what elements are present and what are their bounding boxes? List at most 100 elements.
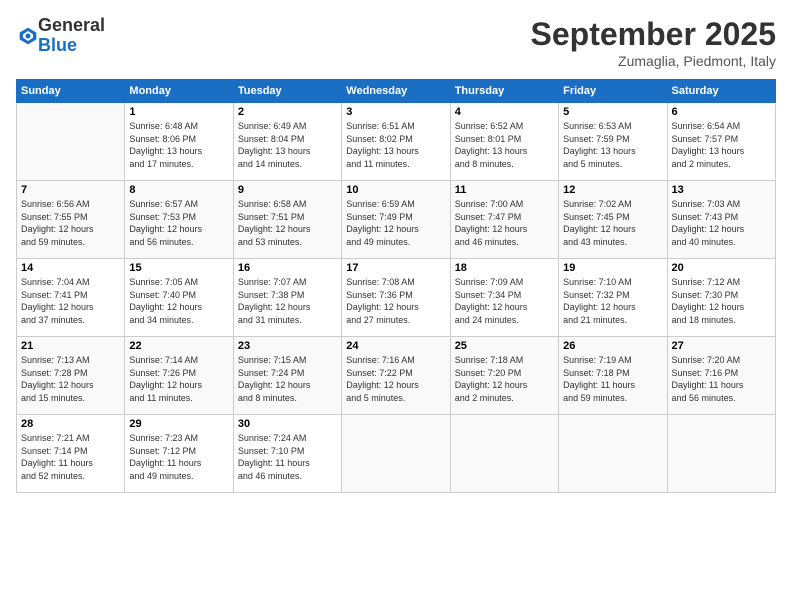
header-monday: Monday	[125, 80, 233, 103]
day-cell: 8 Sunrise: 6:57 AM Sunset: 7:53 PM Daylig…	[125, 181, 233, 259]
week-row-3: 21Sunrise: 7:13 AM Sunset: 7:28 PM Dayli…	[17, 337, 776, 415]
day-cell: 13Sunrise: 7:03 AM Sunset: 7:43 PM Dayli…	[667, 181, 775, 259]
header-saturday: Saturday	[667, 80, 775, 103]
day-cell	[17, 103, 125, 181]
subtitle: Zumaglia, Piedmont, Italy	[531, 53, 776, 69]
day-info: Sunrise: 6:49 AM Sunset: 8:04 PM Dayligh…	[238, 120, 337, 170]
day-number: 24	[346, 340, 445, 352]
calendar-header: Sunday Monday Tuesday Wednesday Thursday…	[17, 80, 776, 103]
day-cell	[342, 415, 450, 493]
header-friday: Friday	[559, 80, 667, 103]
header-sunday: Sunday	[17, 80, 125, 103]
day-cell: 15Sunrise: 7:05 AM Sunset: 7:40 PM Dayli…	[125, 259, 233, 337]
logo-general: General	[38, 16, 105, 36]
day-number: 25	[455, 340, 554, 352]
day-number: 12	[563, 184, 662, 196]
day-cell: 21Sunrise: 7:13 AM Sunset: 7:28 PM Dayli…	[17, 337, 125, 415]
logo-blue: Blue	[38, 36, 105, 56]
header-wednesday: Wednesday	[342, 80, 450, 103]
day-cell	[559, 415, 667, 493]
day-number: 18	[455, 262, 554, 274]
day-info: Sunrise: 7:03 AM Sunset: 7:43 PM Dayligh…	[672, 198, 771, 248]
day-info: Sunrise: 6:59 AM Sunset: 7:49 PM Dayligh…	[346, 198, 445, 248]
day-number: 19	[563, 262, 662, 274]
day-number: 3	[346, 106, 445, 118]
header-tuesday: Tuesday	[233, 80, 341, 103]
day-info: Sunrise: 7:05 AM Sunset: 7:40 PM Dayligh…	[129, 276, 228, 326]
day-info: Sunrise: 7:12 AM Sunset: 7:30 PM Dayligh…	[672, 276, 771, 326]
day-info: Sunrise: 6:52 AM Sunset: 8:01 PM Dayligh…	[455, 120, 554, 170]
day-number: 9	[238, 184, 337, 196]
day-cell: 22 Sunrise: 7:14 AM Sunset: 7:26 PM Dayli…	[125, 337, 233, 415]
day-cell: 16 Sunrise: 7:07 AM Sunset: 7:38 PM Dayli…	[233, 259, 341, 337]
day-number: 26	[563, 340, 662, 352]
week-row-4: 28Sunrise: 7:21 AM Sunset: 7:14 PM Dayli…	[17, 415, 776, 493]
day-cell: 5Sunrise: 6:53 AM Sunset: 7:59 PM Daylig…	[559, 103, 667, 181]
day-cell: 17Sunrise: 7:08 AM Sunset: 7:36 PM Dayli…	[342, 259, 450, 337]
day-cell: 14 Sunrise: 7:04 AM Sunset: 7:41 PM Dayli…	[17, 259, 125, 337]
week-row-1: 7 Sunrise: 6:56 AM Sunset: 7:55 PM Daylig…	[17, 181, 776, 259]
day-cell: 10 Sunrise: 6:59 AM Sunset: 7:49 PM Dayli…	[342, 181, 450, 259]
day-info: Sunrise: 7:13 AM Sunset: 7:28 PM Dayligh…	[21, 354, 120, 404]
day-info: Sunrise: 7:02 AM Sunset: 7:45 PM Dayligh…	[563, 198, 662, 248]
day-cell: 3Sunrise: 6:51 AM Sunset: 8:02 PM Daylig…	[342, 103, 450, 181]
day-info: Sunrise: 6:56 AM Sunset: 7:55 PM Dayligh…	[21, 198, 120, 248]
day-cell: 12 Sunrise: 7:02 AM Sunset: 7:45 PM Dayli…	[559, 181, 667, 259]
day-number: 20	[672, 262, 771, 274]
day-number: 23	[238, 340, 337, 352]
day-info: Sunrise: 7:14 AM Sunset: 7:26 PM Dayligh…	[129, 354, 228, 404]
week-row-0: 1Sunrise: 6:48 AM Sunset: 8:06 PM Daylig…	[17, 103, 776, 181]
day-cell: 11 Sunrise: 7:00 AM Sunset: 7:47 PM Dayli…	[450, 181, 558, 259]
day-info: Sunrise: 7:09 AM Sunset: 7:34 PM Dayligh…	[455, 276, 554, 326]
day-info: Sunrise: 7:00 AM Sunset: 7:47 PM Dayligh…	[455, 198, 554, 248]
day-info: Sunrise: 7:07 AM Sunset: 7:38 PM Dayligh…	[238, 276, 337, 326]
day-cell: 30 Sunrise: 7:24 AM Sunset: 7:10 PM Dayli…	[233, 415, 341, 493]
day-info: Sunrise: 7:19 AM Sunset: 7:18 PM Dayligh…	[563, 354, 662, 404]
page: General Blue September 2025 Zumaglia, Pi…	[0, 0, 792, 612]
day-info: Sunrise: 7:16 AM Sunset: 7:22 PM Dayligh…	[346, 354, 445, 404]
day-cell: 18 Sunrise: 7:09 AM Sunset: 7:34 PM Dayli…	[450, 259, 558, 337]
day-number: 4	[455, 106, 554, 118]
day-number: 28	[21, 418, 120, 430]
day-info: Sunrise: 6:54 AM Sunset: 7:57 PM Dayligh…	[672, 120, 771, 170]
day-number: 8	[129, 184, 228, 196]
day-number: 17	[346, 262, 445, 274]
day-cell: 29 Sunrise: 7:23 AM Sunset: 7:12 PM Dayli…	[125, 415, 233, 493]
day-info: Sunrise: 7:15 AM Sunset: 7:24 PM Dayligh…	[238, 354, 337, 404]
day-cell	[450, 415, 558, 493]
day-cell: 23 Sunrise: 7:15 AM Sunset: 7:24 PM Dayli…	[233, 337, 341, 415]
day-cell: 27Sunrise: 7:20 AM Sunset: 7:16 PM Dayli…	[667, 337, 775, 415]
title-block: September 2025 Zumaglia, Piedmont, Italy	[531, 16, 776, 69]
day-info: Sunrise: 7:23 AM Sunset: 7:12 PM Dayligh…	[129, 432, 228, 482]
day-info: Sunrise: 7:20 AM Sunset: 7:16 PM Dayligh…	[672, 354, 771, 404]
day-number: 10	[346, 184, 445, 196]
day-info: Sunrise: 7:18 AM Sunset: 7:20 PM Dayligh…	[455, 354, 554, 404]
day-info: Sunrise: 7:10 AM Sunset: 7:32 PM Dayligh…	[563, 276, 662, 326]
day-cell: 20 Sunrise: 7:12 AM Sunset: 7:30 PM Dayli…	[667, 259, 775, 337]
day-cell: 28Sunrise: 7:21 AM Sunset: 7:14 PM Dayli…	[17, 415, 125, 493]
day-cell: 4 Sunrise: 6:52 AM Sunset: 8:01 PM Daylig…	[450, 103, 558, 181]
day-number: 6	[672, 106, 771, 118]
day-number: 30	[238, 418, 337, 430]
day-cell: 7 Sunrise: 6:56 AM Sunset: 7:55 PM Daylig…	[17, 181, 125, 259]
day-number: 29	[129, 418, 228, 430]
calendar-body: 1Sunrise: 6:48 AM Sunset: 8:06 PM Daylig…	[17, 103, 776, 493]
logo: General Blue	[16, 16, 105, 56]
day-info: Sunrise: 6:57 AM Sunset: 7:53 PM Dayligh…	[129, 198, 228, 248]
day-number: 5	[563, 106, 662, 118]
day-number: 16	[238, 262, 337, 274]
day-number: 11	[455, 184, 554, 196]
day-cell: 24 Sunrise: 7:16 AM Sunset: 7:22 PM Dayli…	[342, 337, 450, 415]
day-info: Sunrise: 7:04 AM Sunset: 7:41 PM Dayligh…	[21, 276, 120, 326]
day-cell: 25 Sunrise: 7:18 AM Sunset: 7:20 PM Dayli…	[450, 337, 558, 415]
day-info: Sunrise: 7:24 AM Sunset: 7:10 PM Dayligh…	[238, 432, 337, 482]
day-info: Sunrise: 6:58 AM Sunset: 7:51 PM Dayligh…	[238, 198, 337, 248]
day-number: 14	[21, 262, 120, 274]
day-number: 1	[129, 106, 228, 118]
day-cell	[667, 415, 775, 493]
day-number: 22	[129, 340, 228, 352]
day-cell: 19 Sunrise: 7:10 AM Sunset: 7:32 PM Dayli…	[559, 259, 667, 337]
header-thursday: Thursday	[450, 80, 558, 103]
day-number: 7	[21, 184, 120, 196]
logo-text: General Blue	[38, 16, 105, 56]
